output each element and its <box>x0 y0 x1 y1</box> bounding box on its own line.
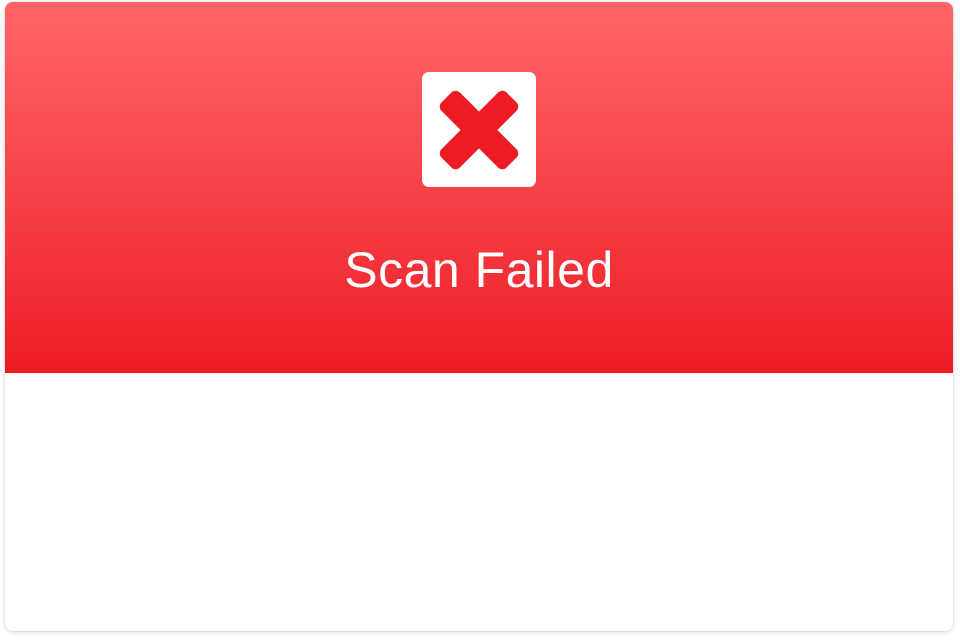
dialog-header: Scan Failed <box>5 2 953 373</box>
error-icon-tile <box>422 72 536 187</box>
dialog-title: Scan Failed <box>344 242 614 298</box>
scan-result-dialog: Scan Failed <box>5 2 953 631</box>
close-x-icon <box>439 90 519 170</box>
dialog-body <box>5 373 953 631</box>
